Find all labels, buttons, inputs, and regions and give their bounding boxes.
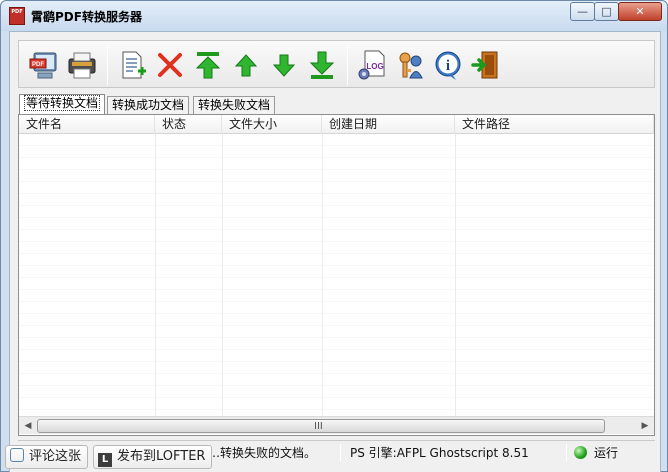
column-divider [322,134,323,416]
maximize-button[interactable]: □ [594,2,619,21]
status-separator [566,444,567,461]
column-header-created-date[interactable]: 创建日期 [322,115,455,134]
log-icon[interactable]: LOG [355,48,389,82]
app-icon: PDF [9,7,25,25]
svg-text:PDF: PDF [32,62,44,68]
toolbar-separator [107,45,108,85]
window-title: 霄鹞PDF转换服务器 [31,10,142,24]
pdf-computer-icon[interactable]: PDF [27,48,61,82]
minimize-button[interactable]: — [570,2,595,21]
scroll-left-icon[interactable]: ◀ [21,419,35,433]
exit-icon[interactable] [469,48,503,82]
comment-button[interactable]: 评论这张 [5,445,89,469]
tab-failed-docs[interactable]: 转换失败文档 [193,96,276,114]
file-list[interactable]: 文件名 状态 文件大小 创建日期 文件路径 ◀ III ▶ [18,114,655,436]
move-bottom-icon[interactable] [305,48,339,82]
close-button[interactable]: ✕ [618,2,662,21]
lofter-icon: L [98,453,112,467]
tab-pending-docs[interactable]: 等待转换文档 [19,94,106,115]
move-top-icon[interactable] [191,48,225,82]
status-separator [340,444,341,461]
status-engine: PS 引擎:AFPL Ghostscript 8.51 [350,446,529,460]
svg-text:i: i [446,58,450,74]
client-area: PDF LOG i 等待转换文档 转换成功文档 转换失败文档 文件名 状态 文件… [9,31,661,472]
comment-label: 评论这张 [29,449,82,464]
user-key-icon[interactable] [393,48,427,82]
delete-icon[interactable] [153,48,187,82]
column-divider [455,134,456,416]
table-body[interactable] [19,134,654,416]
column-divider [155,134,156,416]
toolbar-separator [347,45,348,85]
column-header-filename[interactable]: 文件名 [19,115,155,134]
tab-success-docs[interactable]: 转换成功文档 [107,96,190,114]
scrollbar-grip: III [314,421,323,432]
app-window: PDF 霄鹞PDF转换服务器 — □ ✕ PDF LOG i 等待转换文档 转换… [0,0,668,472]
horizontal-scrollbar[interactable]: ◀ III ▶ [19,416,654,434]
publish-lofter-button[interactable]: L 发布到LOFTER [93,445,213,469]
comment-icon [10,448,24,462]
table-header: 文件名 状态 文件大小 创建日期 文件路径 [19,115,654,134]
scrollbar-thumb[interactable]: III [37,419,605,433]
column-header-filepath[interactable]: 文件路径 [455,115,654,134]
column-divider [222,134,223,416]
move-down-icon[interactable] [267,48,301,82]
toolbar: PDF LOG i [18,40,655,88]
column-header-status[interactable]: 状态 [155,115,222,134]
column-header-filesize[interactable]: 文件大小 [222,115,322,134]
scroll-right-icon[interactable]: ▶ [638,419,652,433]
running-status-icon [574,446,587,459]
printer-icon[interactable] [65,48,99,82]
info-icon[interactable]: i [431,48,465,82]
status-message: …转换失败的文档。 [208,446,317,460]
status-running-label: 运行 [594,446,619,460]
move-up-icon[interactable] [229,48,263,82]
title-bar[interactable]: PDF 霄鹞PDF转换服务器 — □ ✕ [1,1,667,31]
add-file-icon[interactable] [115,48,149,82]
svg-text:LOG: LOG [366,62,383,71]
lofter-label: 发布到LOFTER [117,449,206,464]
